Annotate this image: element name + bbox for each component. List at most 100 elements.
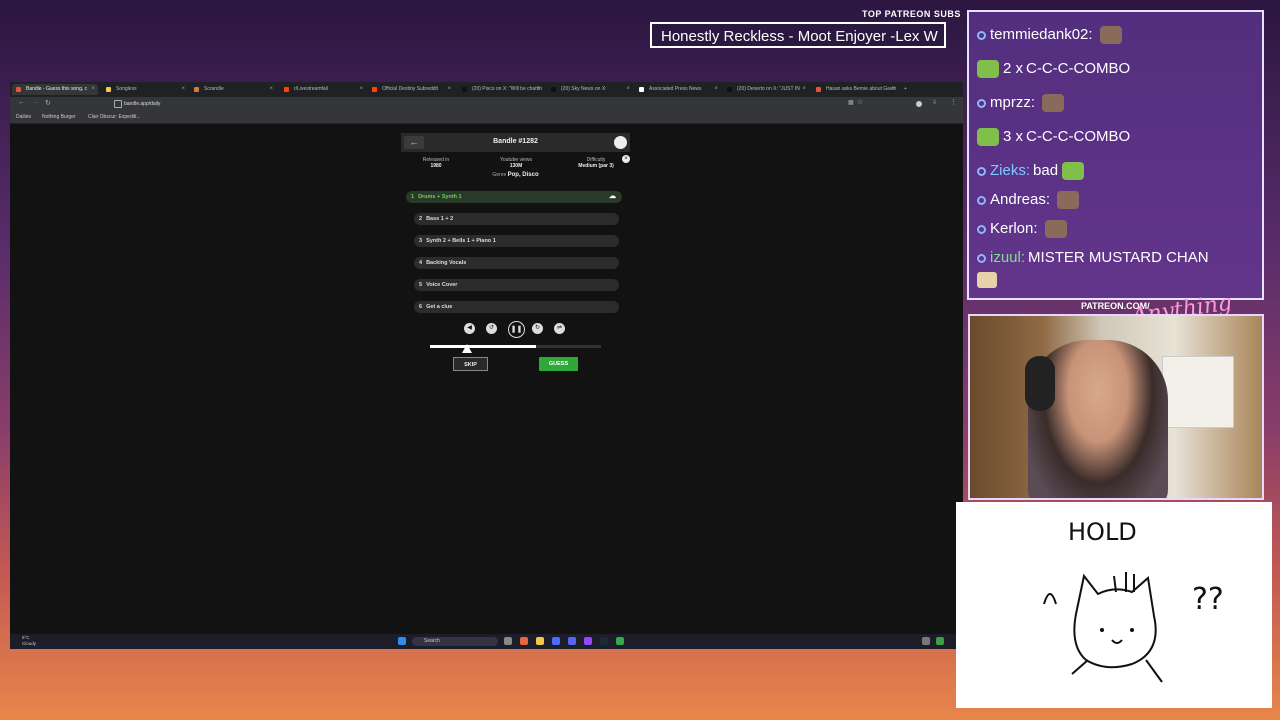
tab-close-icon[interactable]: ×: [626, 84, 630, 95]
user-profile-icon[interactable]: [614, 136, 627, 149]
top-patreon-subs-label: TOP PATREON SUBS: [862, 9, 961, 19]
bookmark-item[interactable]: Dailies: [16, 114, 31, 120]
chat-username: Zieks:: [990, 162, 1031, 179]
track-row[interactable]: 3 Synth 2 + Bells 1 + Piano 1: [414, 235, 619, 247]
tab-favicon-icon: [106, 87, 111, 92]
tab-label: (20) Dexerto on X: "JUST IN: [737, 86, 800, 92]
track-label: Bass 1 + 2: [426, 216, 454, 222]
chat-badge-icon: [977, 30, 986, 40]
game-title: Bandle #1282: [493, 138, 538, 145]
chat-username: 2 x: [1003, 60, 1024, 77]
tab-close-icon[interactable]: ×: [359, 84, 363, 95]
task-view-icon[interactable]: [504, 637, 512, 645]
chat-message: mprzz:: [977, 94, 1064, 113]
app-icon[interactable]: [552, 637, 560, 645]
bookmark-item[interactable]: Clair Obscur: Expediti...: [88, 114, 141, 120]
profile-icon[interactable]: [916, 101, 922, 107]
tab-close-icon[interactable]: ×: [181, 84, 185, 95]
playback-progress-bar[interactable]: [430, 345, 601, 348]
tab-favicon-icon: [551, 87, 556, 92]
forward-nav-icon[interactable]: →: [32, 99, 39, 106]
browser-tab[interactable]: (20) Pisco on X: "Will be chattin ×: [458, 84, 544, 95]
tab-favicon-icon: [16, 87, 21, 92]
track-row[interactable]: 1 Drums + Synth 1 ☁: [406, 191, 622, 203]
taskbar-search[interactable]: Search: [412, 637, 498, 646]
chat-text: C-C-C-COMBO: [1026, 128, 1131, 145]
track-row[interactable]: 4 Backing Vocals: [414, 257, 619, 269]
guess-button[interactable]: GUESS: [539, 357, 578, 371]
browser-tab[interactable]: Bandle - Guess this song, c ×: [12, 84, 98, 95]
chat-emote-icon: [977, 272, 997, 288]
tab-close-icon[interactable]: ×: [802, 84, 806, 95]
back-nav-icon[interactable]: ←: [18, 99, 25, 106]
browser-tab[interactable]: (20) Sky News on X: "BREAKING×: [547, 84, 633, 103]
tray-icon[interactable]: [922, 637, 930, 645]
firefox-icon[interactable]: [520, 637, 528, 645]
track-row[interactable]: 2 Bass 1 + 2: [414, 213, 619, 225]
track-number: 3: [419, 238, 423, 244]
tab-label: (20) Pisco on X: "Will be chattin: [472, 86, 542, 92]
reload-icon[interactable]: ↻: [45, 99, 51, 107]
tab-label: Hasan asks Bernie about Gavin: [826, 86, 897, 92]
network-icon[interactable]: [936, 637, 944, 645]
twitch-icon[interactable]: [584, 637, 592, 645]
browser-tab[interactable]: Official Destiny Subreddit ×: [368, 84, 454, 95]
url-input[interactable]: bandle.app/daily: [106, 100, 854, 108]
site-info-icon[interactable]: [114, 100, 122, 108]
menu-dots-icon[interactable]: ⋮: [950, 98, 957, 106]
extensions-icon[interactable]: ▦: [848, 99, 854, 106]
difficulty-value: Medium (par 3): [578, 163, 614, 169]
tab-close-icon[interactable]: ×: [891, 84, 895, 95]
browser-tab[interactable]: Hasan asks Bernie about Gavin ×: [812, 84, 898, 95]
dresser-image: [1162, 356, 1234, 428]
weather-widget[interactable]: 6°C Cloudy: [22, 635, 36, 647]
steam-icon[interactable]: [600, 637, 608, 645]
tab-label: Associated Press News: [649, 86, 702, 92]
released-info: Released in 1980: [401, 157, 471, 169]
tab-close-icon[interactable]: ×: [537, 84, 541, 95]
track-number: 6: [419, 304, 423, 310]
chrome-icon[interactable]: [616, 637, 624, 645]
chat-message: izuul: MISTER MUSTARD CHAN: [977, 249, 1209, 266]
chat-text: bad: [1033, 162, 1059, 179]
track-row[interactable]: 6 Get a clue: [414, 301, 619, 313]
new-tab-icon[interactable]: +: [902, 84, 907, 95]
browser-tab[interactable]: Associated Press News ×: [635, 84, 721, 95]
track-row[interactable]: 5 Voice Cover: [414, 279, 619, 291]
bookmark-item[interactable]: Nothing Burger: [42, 114, 76, 120]
browser-tab[interactable]: r/Livestreamfail ×: [280, 84, 366, 95]
tab-close-icon[interactable]: ×: [91, 84, 95, 95]
genre-label: Genre: [492, 172, 507, 178]
file-explorer-icon[interactable]: [536, 637, 544, 645]
browser-tab[interactable]: (20) Dexerto on X: "JUST IN ×: [723, 84, 809, 95]
windows-taskbar: 6°C Cloudy Search: [10, 634, 963, 649]
tab-favicon-icon: [284, 87, 289, 92]
downloads-icon[interactable]: ⇩: [932, 99, 937, 106]
pause-button[interactable]: ❚❚: [508, 321, 525, 338]
tab-close-icon[interactable]: ×: [269, 84, 273, 95]
windows-start-icon[interactable]: [398, 637, 406, 645]
close-info-icon[interactable]: ×: [622, 155, 630, 163]
song-info-panel: Released in 1980 Youtube views 130M Diff…: [401, 155, 630, 179]
chat-text: MISTER MUSTARD CHAN: [1028, 249, 1209, 266]
forward-icon[interactable]: ↻: [532, 323, 543, 334]
difficulty-info: Difficulty Medium (par 3): [561, 157, 631, 169]
progress-fill: [430, 345, 537, 348]
browser-tab[interactable]: Songless ×: [102, 84, 188, 95]
previous-icon[interactable]: ◀: [464, 323, 475, 334]
shuffle-icon[interactable]: ⇌: [554, 323, 565, 334]
browser-tab[interactable]: Scrandle ×: [190, 84, 276, 95]
tab-close-icon[interactable]: ×: [714, 84, 718, 95]
chat-emote-icon: [1042, 94, 1064, 113]
whiteboard-question-marks: ??: [1192, 582, 1224, 617]
track-label: Get a clue: [426, 304, 453, 310]
rewind-icon[interactable]: ↺: [486, 323, 497, 334]
combo-emote-icon: [977, 128, 999, 147]
track-number: 1: [411, 194, 415, 200]
discord-icon[interactable]: [568, 637, 576, 645]
tab-close-icon[interactable]: ×: [447, 84, 451, 95]
headphones-image: [1025, 356, 1055, 411]
skip-button[interactable]: SKIP: [453, 357, 488, 371]
bookmark-star-icon[interactable]: ☆: [857, 98, 863, 106]
released-value: 1980: [430, 163, 442, 169]
